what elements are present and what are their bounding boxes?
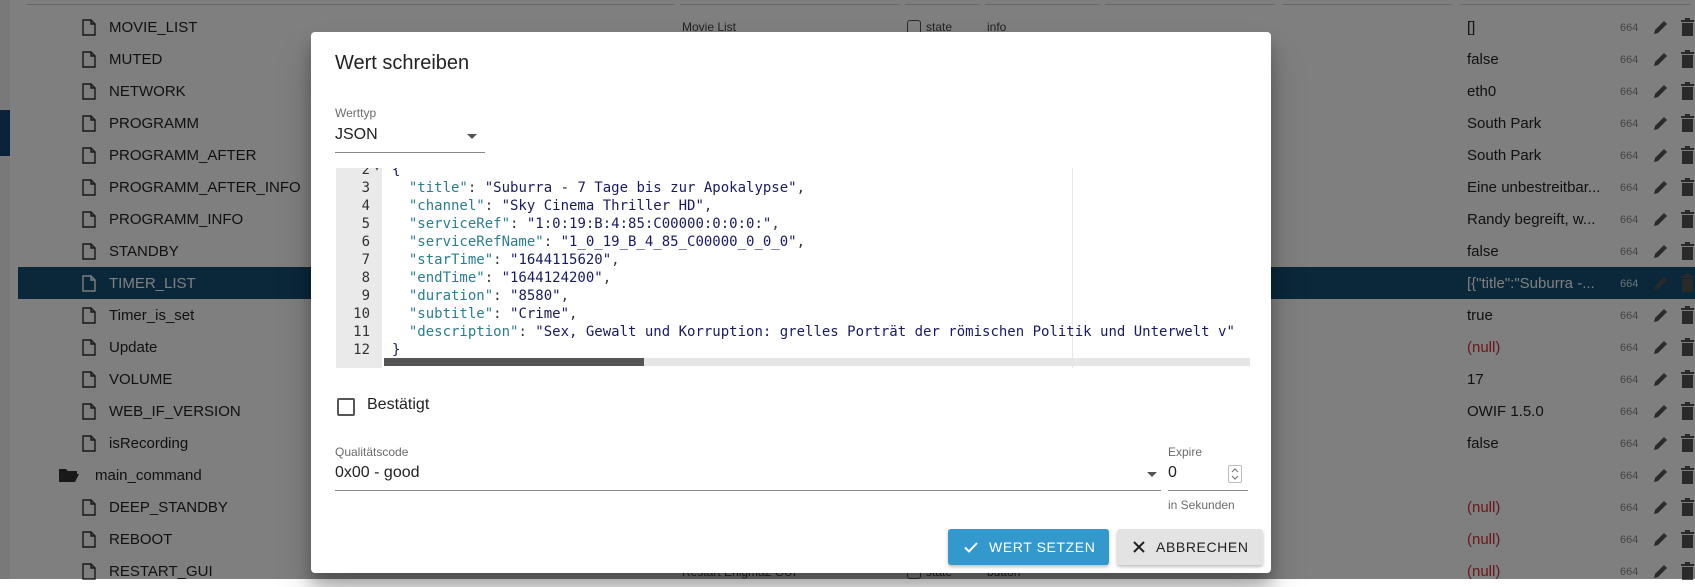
quality-label: Qualitätscode [335, 445, 409, 459]
line-number: 2 [361, 168, 370, 178]
confirmed-label: Bestätigt [367, 396, 430, 413]
input-underline [1168, 490, 1248, 491]
value-type-select[interactable]: JSON [335, 122, 485, 154]
value-type-value: JSON [335, 126, 378, 143]
set-value-button[interactable]: WERT SETZEN [948, 529, 1109, 565]
code-line: "channel": "Sky Cinema Thriller HD", [408, 198, 713, 214]
expire-value: 0 [1168, 464, 1177, 481]
code-line: "endTime": "1644124200", [408, 270, 612, 286]
horizontal-scrollbar[interactable] [384, 358, 1250, 366]
select-underline [335, 490, 1161, 491]
number-spinner[interactable] [1228, 465, 1242, 483]
value-type-label: Werttyp [335, 106, 377, 120]
code-line: "title": "Suburra - 7 Tage bis zur Apoka… [408, 180, 806, 196]
code-line: "serviceRef": "1:0:19:B:4:85:C00000:0:0:… [408, 216, 780, 232]
set-value-label: WERT SETZEN [989, 539, 1096, 555]
horizontal-scrollbar-thumb[interactable] [384, 358, 644, 366]
fold-toggle-icon[interactable]: ▾ [375, 168, 379, 173]
line-number: 8 [361, 270, 370, 286]
cancel-button[interactable]: ABBRECHEN [1117, 529, 1263, 565]
dialog-title: Wert schreiben [335, 52, 470, 74]
code-line: } [392, 342, 401, 358]
line-number: 4 [361, 198, 370, 214]
code-line: "starTime": "1644115620", [408, 252, 620, 268]
chevron-down-icon [467, 134, 477, 139]
close-icon [1133, 541, 1145, 553]
code-line: { [392, 168, 401, 178]
check-icon [964, 542, 978, 553]
line-number: 11 [353, 324, 370, 340]
json-code-editor[interactable]: 2 ▾ 3 4 5 6 7 8 9 10 11 12 { "title": "Suburra - 7 … [336, 168, 1250, 368]
write-value-dialog: Wert schreiben Werttyp JSON 2 ▾ 3 4 5 6 7 8 9 10 1… [311, 32, 1271, 573]
line-number: 6 [361, 234, 370, 250]
expire-helper: in Sekunden [1168, 498, 1235, 512]
code-line: "duration": "8580", [408, 288, 570, 304]
chevron-down-icon [1147, 472, 1157, 477]
quality-select[interactable]: 0x00 - good [335, 460, 1161, 492]
code-line: "subtitle": "Crime", [408, 306, 578, 322]
line-number: 9 [361, 288, 370, 304]
line-number: 10 [353, 306, 370, 322]
code-line: "serviceRefName": "1_0_19_B_4_85_C00000_… [408, 234, 806, 250]
line-number: 12 [353, 342, 370, 358]
line-number-gutter: 2 ▾ 3 4 5 6 7 8 9 10 11 12 [336, 168, 382, 368]
line-number: 3 [361, 180, 370, 196]
line-number: 7 [361, 252, 370, 268]
select-underline [335, 152, 485, 153]
cancel-label: ABBRECHEN [1156, 539, 1249, 555]
confirmed-checkbox[interactable] [337, 398, 355, 416]
code-line: "description": "Sex, Gewalt und Korrupti… [408, 324, 1235, 340]
expire-label: Expire [1168, 445, 1203, 459]
quality-value: 0x00 - good [335, 464, 420, 481]
line-number: 5 [361, 216, 370, 232]
